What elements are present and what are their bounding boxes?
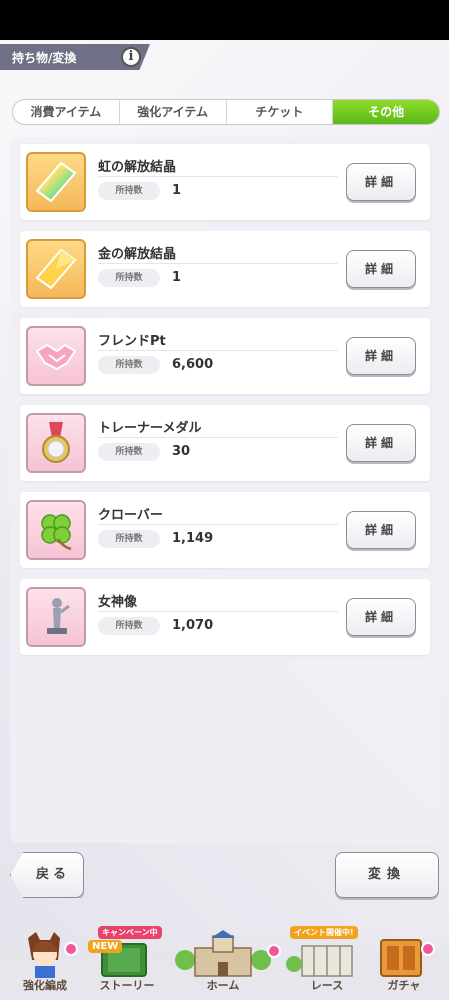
count-value: 1,070	[172, 618, 214, 633]
status-bar	[0, 0, 449, 40]
divider	[98, 437, 338, 438]
notification-dot	[267, 944, 281, 958]
tab-tickets[interactable]: チケット	[227, 100, 334, 124]
nav-story[interactable]: キャンペーン中 NEW ストーリー	[82, 926, 172, 1000]
divider	[98, 350, 338, 351]
rainbow-crystal-icon	[35, 161, 77, 203]
item-name: 女神像	[98, 595, 138, 610]
tab-others[interactable]: その他	[333, 100, 439, 124]
list-item: フレンドPt 所持数 6,600 詳細	[20, 318, 430, 394]
item-icon-frame	[26, 152, 86, 212]
school-building-icon	[175, 930, 271, 977]
list-item: 虹の解放結晶 所持数 1 詳細	[20, 144, 430, 220]
tab-bar: 消費アイテム 強化アイテム チケット その他	[12, 99, 440, 125]
nav-label: ガチャ	[387, 979, 421, 992]
count-label: 所持数	[98, 182, 160, 200]
item-icon-frame	[26, 413, 86, 473]
item-name: 虹の解放結晶	[98, 160, 177, 175]
count-value: 6,600	[172, 357, 214, 372]
list-item: トレーナーメダル 所持数 30 詳細	[20, 405, 430, 481]
medal-icon	[42, 422, 70, 463]
info-icon[interactable]: i	[121, 47, 141, 67]
character-icon	[28, 932, 60, 978]
gacha-icon	[380, 939, 422, 977]
handshake-icon	[35, 343, 77, 371]
count-label: 所持数	[98, 617, 160, 635]
goddess-statue-icon	[47, 598, 70, 634]
nav-label: ストーリー	[99, 979, 155, 992]
count-value: 1	[172, 270, 182, 285]
list-item: クローバー 所持数 1,149 詳細	[20, 492, 430, 568]
notification-dot	[421, 942, 435, 956]
exchange-button[interactable]: 変換	[335, 852, 439, 898]
event-badge: イベント開催中!	[290, 926, 358, 939]
nav-home[interactable]: ホーム	[173, 930, 281, 1000]
item-icon-frame	[26, 500, 86, 560]
detail-button[interactable]: 詳細	[346, 250, 416, 288]
item-icon-frame	[26, 587, 86, 647]
new-badge: NEW	[88, 940, 123, 953]
campaign-badge: キャンペーン中	[98, 926, 162, 939]
detail-button[interactable]: 詳細	[346, 598, 416, 636]
item-name: フレンドPt	[98, 334, 166, 349]
detail-button[interactable]: 詳細	[346, 337, 416, 375]
divider	[98, 524, 338, 525]
item-name: トレーナーメダル	[98, 421, 202, 436]
nav-label: 強化編成	[23, 979, 67, 992]
tab-consumables[interactable]: 消費アイテム	[13, 100, 120, 124]
list-item: 金の解放結晶 所持数 1 詳細	[20, 231, 430, 307]
divider	[98, 611, 338, 612]
notification-dot	[64, 942, 78, 956]
count-value: 1	[172, 183, 182, 198]
item-name: クローバー	[98, 508, 163, 523]
item-name: 金の解放結晶	[98, 247, 177, 262]
tab-enhancement[interactable]: 強化アイテム	[120, 100, 227, 124]
detail-button[interactable]: 詳細	[346, 163, 416, 201]
list-item: 女神像 所持数 1,070 詳細	[20, 579, 430, 655]
detail-button[interactable]: 詳細	[346, 511, 416, 549]
count-label: 所持数	[98, 530, 160, 548]
item-icon-frame	[26, 239, 86, 299]
detail-button[interactable]: 詳細	[346, 424, 416, 462]
count-value: 30	[172, 444, 191, 459]
page-title: 持ち物/変換	[12, 51, 77, 65]
gold-crystal-icon	[35, 248, 77, 290]
divider	[98, 263, 338, 264]
back-button[interactable]: 戻る	[10, 852, 84, 898]
nav-enhance[interactable]: 強化編成	[0, 930, 90, 1000]
item-icon-frame	[26, 326, 86, 386]
count-value: 1,149	[172, 531, 214, 546]
count-label: 所持数	[98, 356, 160, 374]
clover-icon	[41, 514, 72, 551]
nav-label: ホーム	[206, 979, 240, 992]
divider	[98, 176, 338, 177]
nav-gacha[interactable]: ガチャ	[359, 930, 449, 1000]
count-label: 所持数	[98, 443, 160, 461]
count-label: 所持数	[98, 269, 160, 287]
